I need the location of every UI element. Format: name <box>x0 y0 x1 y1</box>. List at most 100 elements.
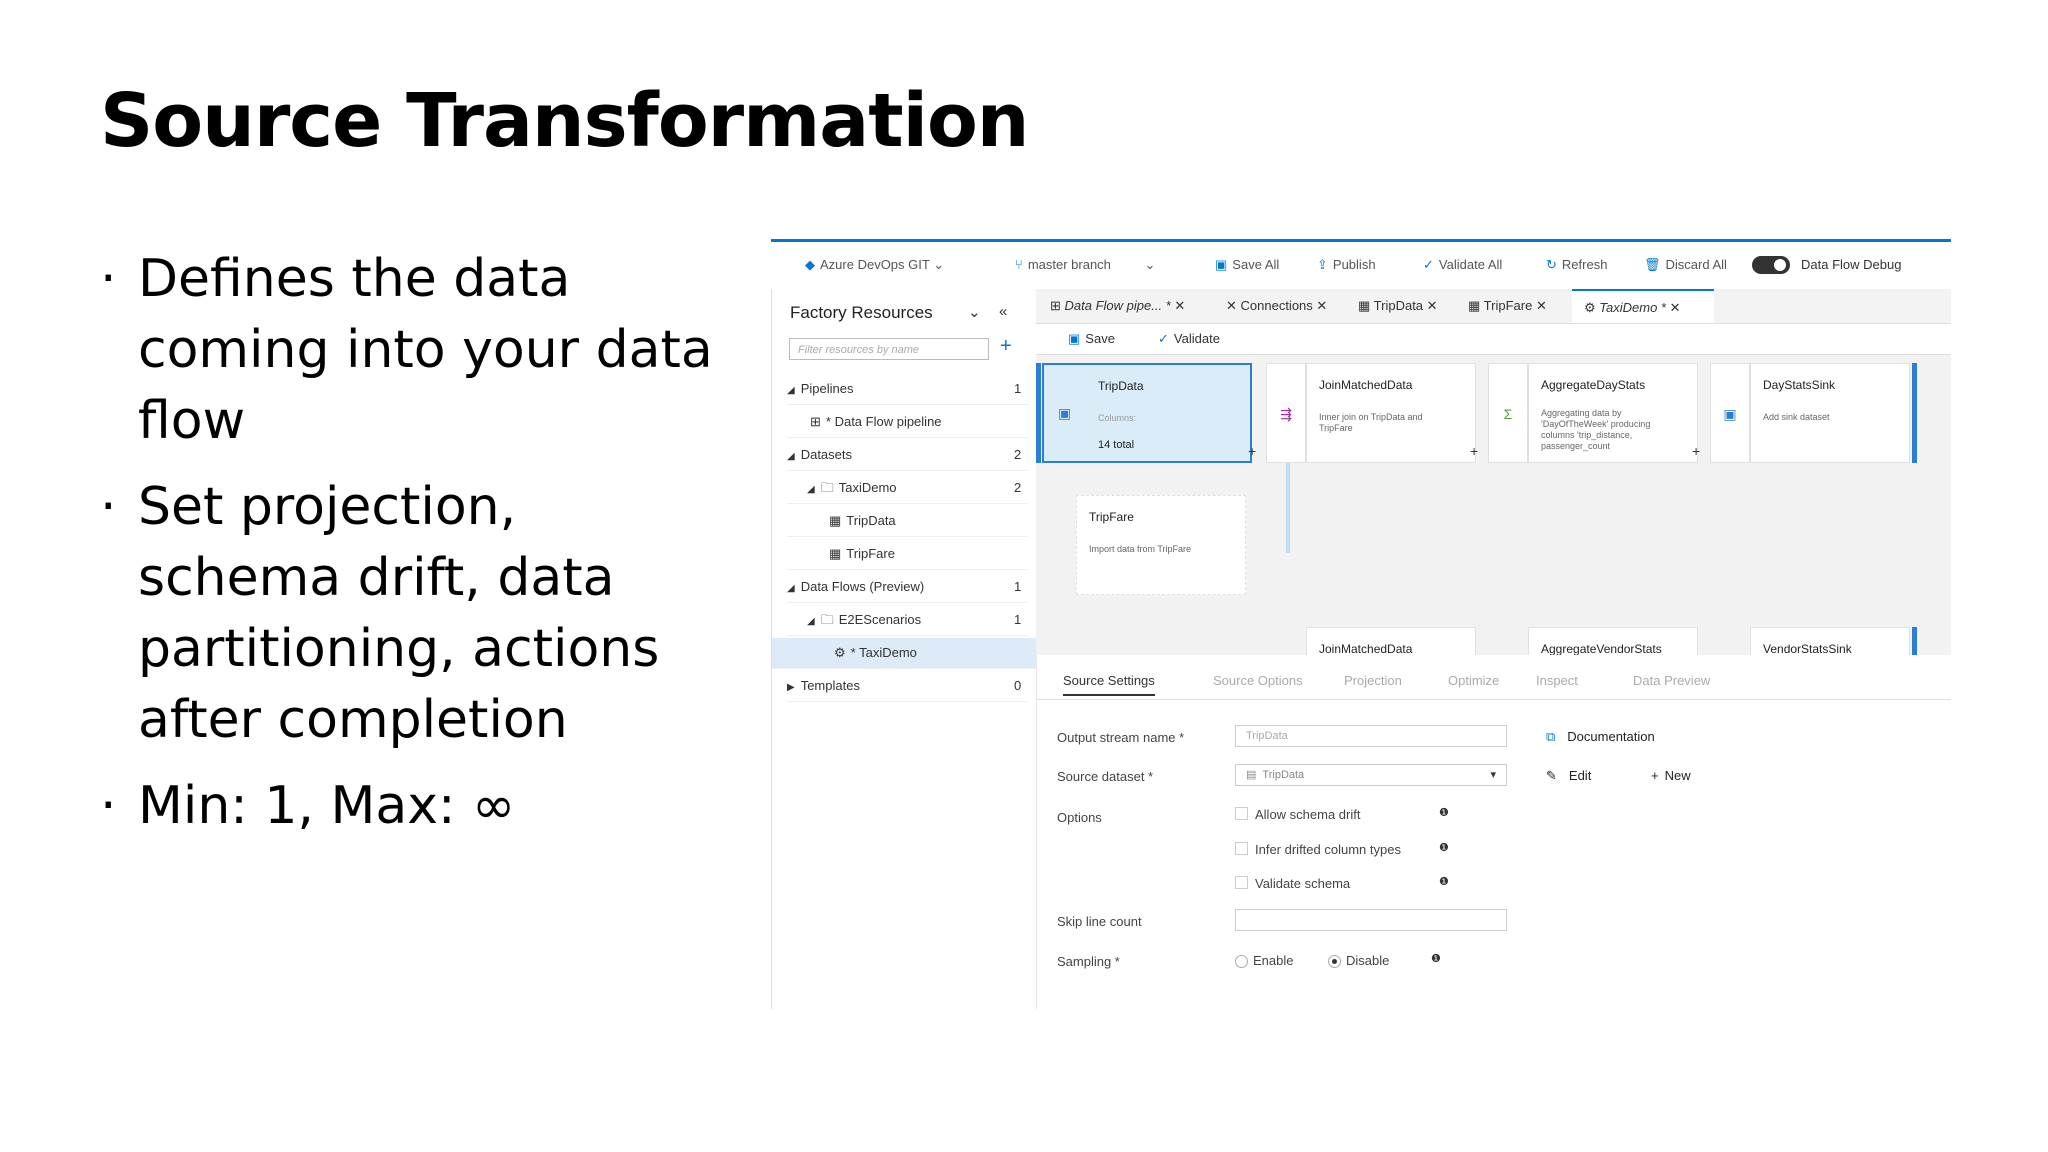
source-dataset-label: Source dataset * <box>1057 769 1154 784</box>
sidebar-item-e2escenarios[interactable]: ◢ 🗀 E2EScenarios 1 <box>787 605 1027 636</box>
sink-icon[interactable]: ▣ <box>1710 363 1750 463</box>
discard-all-button[interactable]: 🗑 Discard All <box>1644 257 1727 273</box>
add-transform-icon[interactable]: + <box>1248 443 1256 459</box>
documentation-link[interactable]: ⧉ Documentation <box>1546 729 1655 745</box>
tab-source-settings[interactable]: Source Settings <box>1063 673 1155 696</box>
node-tripdata[interactable]: ▣ TripData Columns: 14 total <box>1042 363 1252 463</box>
node-aggregatevendorstats[interactable]: AggregateVendorStats <box>1528 627 1698 655</box>
row-end-indicator <box>1912 363 1917 463</box>
sampling-disable-radio[interactable] <box>1328 955 1341 968</box>
sampling-enable-radio[interactable] <box>1235 955 1248 968</box>
sidebar-item-datasets[interactable]: ◢ Datasets 2 <box>787 440 1027 471</box>
settings-tabs: Source Settings Source Options Projectio… <box>1036 667 1951 700</box>
expand-triangle-icon: ◢ <box>807 616 815 627</box>
close-icon[interactable]: ✕ <box>1174 298 1185 313</box>
tab-taxidemo[interactable]: ⚙ TaxiDemo * ✕ <box>1572 289 1714 323</box>
debug-toggle[interactable] <box>1752 256 1790 274</box>
chevron-down-icon: ⌄ <box>1144 257 1156 272</box>
output-stream-input[interactable]: TripData <box>1235 725 1507 747</box>
publish-icon: ⇪ <box>1317 257 1328 272</box>
devops-icon: ◆ <box>805 257 815 272</box>
dataflow-icon: ⚙ <box>1584 300 1600 315</box>
node-aggregatedaystats[interactable]: AggregateDayStats Aggregating data by 'D… <box>1528 363 1698 463</box>
allow-schema-drift-checkbox[interactable] <box>1235 807 1248 820</box>
table-icon: ▦ <box>1468 298 1484 313</box>
aggregate-icon[interactable]: Σ <box>1488 363 1528 463</box>
top-toolbar: ◆ Azure DevOps GIT ⌄ ⑂ master branch ⌄ ▣ Sa… <box>771 239 1951 278</box>
add-resource-icon[interactable]: + <box>1000 335 1012 358</box>
dropdown-arrow-icon: ▾ <box>1490 769 1496 781</box>
sidebar-item-data-flow-pipeline[interactable]: ⊞ * Data Flow pipeline <box>787 407 1027 438</box>
tab-connections[interactable]: ✕ Connections ✕ <box>1226 289 1327 323</box>
tab-data-preview[interactable]: Data Preview <box>1633 673 1710 688</box>
tab-tripfare[interactable]: ▦ TripFare ✕ <box>1468 289 1547 323</box>
expand-triangle-icon: ◢ <box>787 451 795 462</box>
validate-all-button[interactable]: ✓ Validate All <box>1423 257 1502 273</box>
node-vendorstatssink[interactable]: VendorStatsSink <box>1750 627 1910 655</box>
info-icon[interactable]: ❶ <box>1431 952 1441 965</box>
dataflow-icon: ⚙ <box>834 645 846 660</box>
branch-selector[interactable]: ⑂ master branch ⌄ <box>1015 257 1155 273</box>
new-button[interactable]: + New <box>1651 768 1691 783</box>
info-icon[interactable]: ❶ <box>1439 806 1449 819</box>
trash-icon: 🗑 <box>1644 257 1661 272</box>
publish-button[interactable]: ⇪ Publish <box>1317 257 1376 273</box>
source-dataset-select[interactable]: ▤ TripData ▾ <box>1235 764 1507 786</box>
refresh-button[interactable]: ↻ Refresh <box>1546 257 1607 273</box>
info-icon[interactable]: ❶ <box>1439 841 1449 854</box>
info-icon[interactable]: ❶ <box>1439 875 1449 888</box>
bullet-item: · Min: 1, Max: ∞ <box>100 776 516 836</box>
sampling-label: Sampling * <box>1057 954 1120 969</box>
tab-data-flow-pipeline[interactable]: ⊞ Data Flow pipe... * ✕ <box>1050 289 1185 323</box>
external-link-icon: ⧉ <box>1546 729 1556 744</box>
tab-tripdata[interactable]: ▦ TripData ✕ <box>1358 289 1438 323</box>
chevron-down-icon: ⌄ <box>933 257 945 272</box>
save-all-button[interactable]: ▣ Save All <box>1215 257 1279 273</box>
add-transform-icon[interactable]: + <box>1692 443 1700 459</box>
edit-button[interactable]: ✎ Edit <box>1546 768 1591 784</box>
sidebar-item-pipelines[interactable]: ◢ Pipelines 1 <box>787 374 1027 405</box>
tab-projection[interactable]: Projection <box>1344 673 1402 688</box>
expand-triangle-icon: ◢ <box>807 484 815 495</box>
close-icon[interactable]: ✕ <box>1536 298 1547 313</box>
bullet-item: · Defines the data coming into your data … <box>100 249 713 451</box>
debug-label: Data Flow Debug <box>1801 257 1902 272</box>
node-tripfare[interactable]: TripFare Import data from TripFare <box>1076 495 1246 595</box>
save-button[interactable]: ▣ Save <box>1068 331 1115 347</box>
skip-line-count-input[interactable] <box>1235 909 1507 931</box>
sampling-enable-label: Enable <box>1253 953 1294 968</box>
node-daystatssink[interactable]: DayStatsSink Add sink dataset <box>1750 363 1910 463</box>
validate-schema-checkbox[interactable] <box>1235 876 1248 889</box>
row-end-indicator <box>1912 627 1917 655</box>
sidebar-title: Factory Resources <box>790 303 933 322</box>
infer-drifted-types-checkbox[interactable] <box>1235 842 1248 855</box>
sidebar-item-templates[interactable]: ▶ Templates 0 <box>787 671 1027 702</box>
sidebar-item-data-flows[interactable]: ◢ Data Flows (Preview) 1 <box>787 572 1027 603</box>
tab-optimize[interactable]: Optimize <box>1448 673 1499 688</box>
expand-triangle-icon: ◢ <box>787 385 795 396</box>
close-icon[interactable]: ✕ <box>1670 300 1681 315</box>
node-joinmatcheddata-2[interactable]: JoinMatchedData <box>1306 627 1476 655</box>
sidebar-item-taxidemo-folder[interactable]: ◢ 🗀 TaxiDemo 2 <box>787 473 1027 504</box>
sidebar-item-tripdata[interactable]: ▦ TripData <box>787 506 1027 537</box>
output-stream-label: Output stream name * <box>1057 730 1185 745</box>
add-transform-icon[interactable]: + <box>1470 443 1478 459</box>
repo-selector[interactable]: ◆ Azure DevOps GIT ⌄ <box>805 257 944 273</box>
join-icon[interactable]: ⇶ <box>1266 363 1306 463</box>
filter-input[interactable]: Filter resources by name <box>789 338 989 360</box>
collapsed-triangle-icon: ▶ <box>787 682 795 693</box>
tab-source-options[interactable]: Source Options <box>1213 673 1303 688</box>
close-icon[interactable]: ✕ <box>1316 298 1327 313</box>
tab-inspect[interactable]: Inspect <box>1536 673 1578 688</box>
validate-button[interactable]: ✓ Validate <box>1158 331 1220 347</box>
skip-line-count-label: Skip line count <box>1057 914 1142 929</box>
sidebar-item-taxidemo-flow[interactable]: ⚙ * TaxiDemo <box>772 638 1037 669</box>
branch-icon: ⑂ <box>1015 257 1023 272</box>
folder-icon: 🗀 <box>820 612 834 627</box>
pencil-icon: ✎ <box>1546 768 1557 783</box>
collapse-all-icon[interactable]: ⌄ <box>968 303 981 321</box>
node-joinmatcheddata[interactable]: JoinMatchedData Inner join on TripData a… <box>1306 363 1476 463</box>
sidebar-item-tripfare[interactable]: ▦ TripFare <box>787 539 1027 570</box>
close-icon[interactable]: ✕ <box>1427 298 1438 313</box>
double-chevron-left-icon[interactable]: « <box>999 303 1007 320</box>
